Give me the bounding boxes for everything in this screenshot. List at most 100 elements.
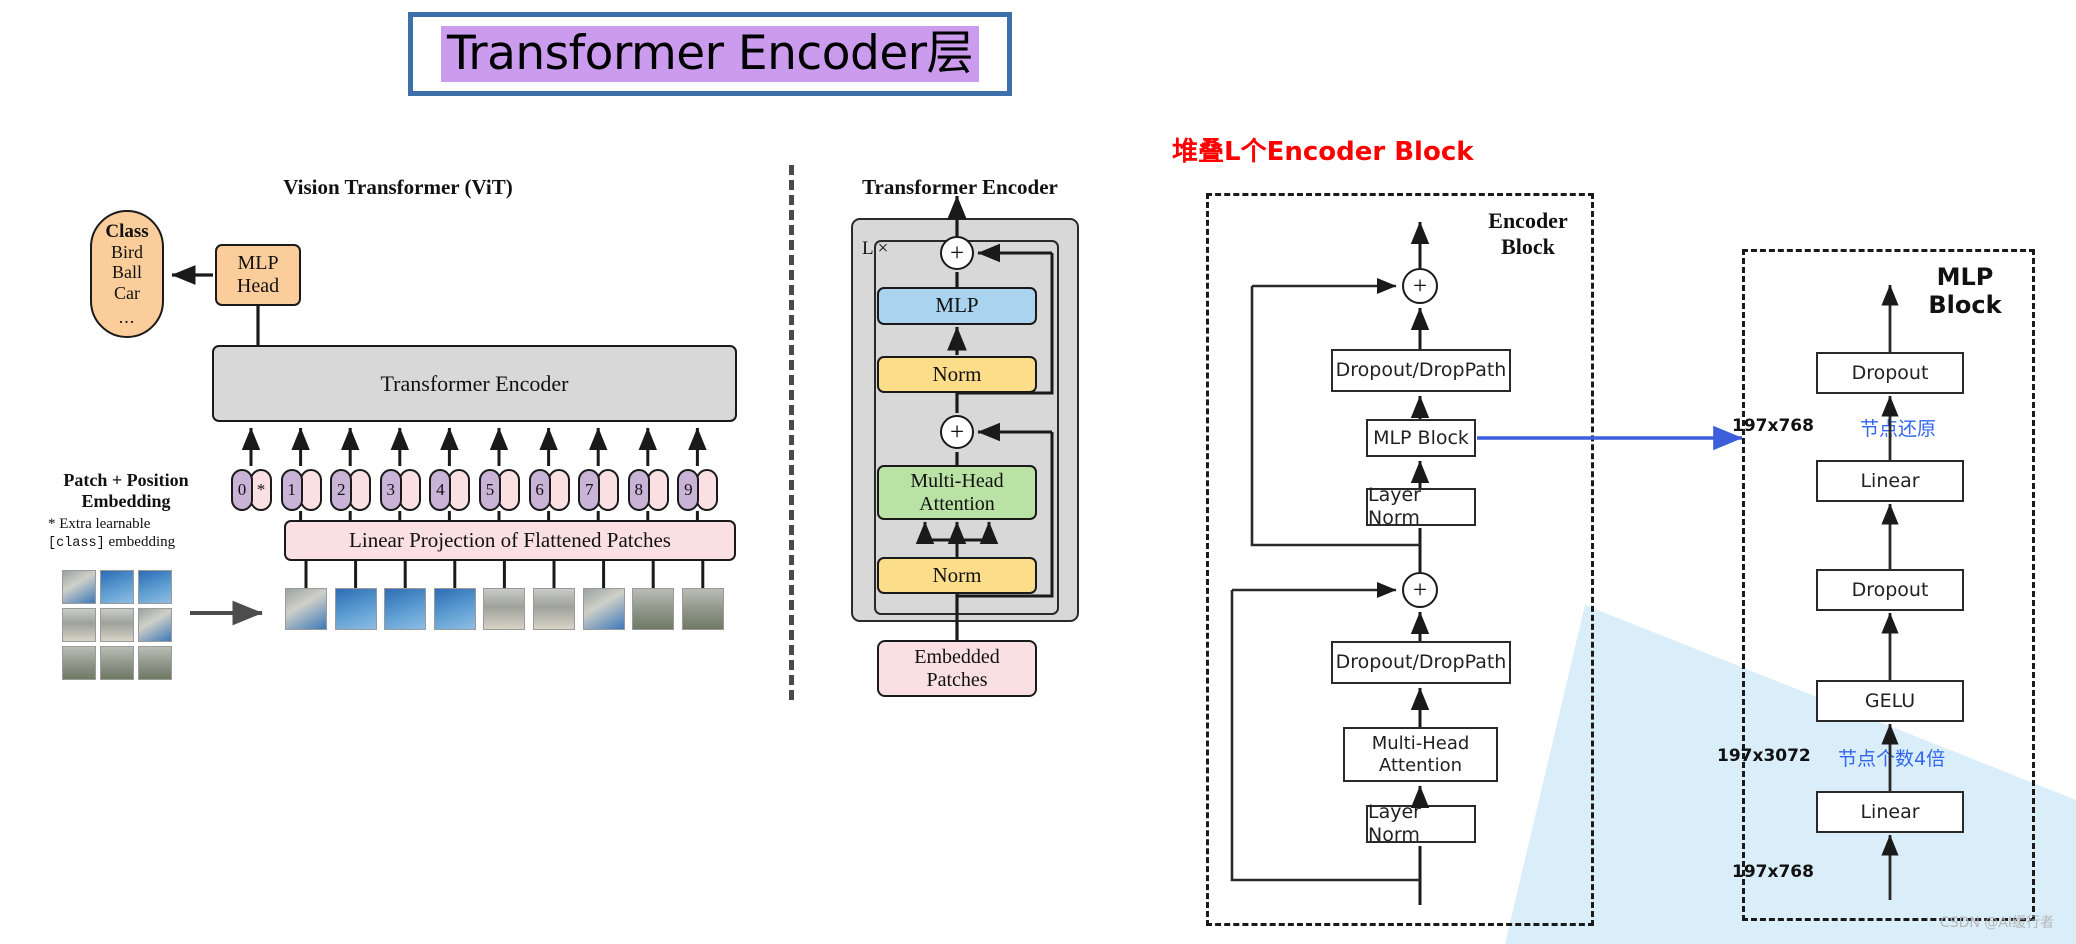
source-patch-2-1 bbox=[100, 646, 134, 680]
eb-residual-add-bottom: + bbox=[1402, 572, 1438, 608]
token-pair-3: 3 bbox=[379, 469, 421, 511]
mlp-head-label-line1: MLP bbox=[237, 251, 279, 274]
token-pair-1: 1 bbox=[280, 469, 322, 511]
mb-linear-top: Linear bbox=[1816, 460, 1964, 502]
repeat-count-label: L × bbox=[862, 238, 889, 259]
mb-dim-top: 197x768 bbox=[1732, 416, 1814, 436]
class-label: Class bbox=[105, 220, 149, 242]
patch-embedding-7 bbox=[597, 469, 620, 511]
extra-learnable-note: * Extra learnable [class] embedding bbox=[48, 515, 228, 553]
eb-layer-norm-top: Layer Norm bbox=[1366, 484, 1476, 529]
token-pair-7: 7 bbox=[578, 469, 620, 511]
mlp-block-label-line1: MLP bbox=[1936, 263, 1994, 291]
flattened-patch-4 bbox=[433, 588, 476, 630]
te-embedded-line1: Embedded bbox=[914, 645, 1000, 668]
eb-residual-add-top: + bbox=[1402, 268, 1438, 304]
te-norm-top-box: Norm bbox=[877, 356, 1037, 393]
transformer-encoder-bar: Transformer Encoder bbox=[212, 345, 737, 422]
token-pair-9: 9 bbox=[677, 469, 719, 511]
class-output-pill: Class Bird Ball Car ... bbox=[90, 210, 164, 338]
patch-embedding-5 bbox=[498, 469, 520, 511]
patch-embedding-3 bbox=[398, 469, 421, 511]
page-title: Transformer Encoder层 bbox=[440, 25, 980, 83]
mb-linear-bottom: Linear bbox=[1816, 791, 1964, 833]
patch-position-embedding-label: Patch + Position Embedding bbox=[42, 470, 210, 512]
te-mha-line1: Multi-Head bbox=[910, 469, 1004, 492]
te-embedded-patches-box: Embedded Patches bbox=[877, 640, 1037, 697]
note-line-1: * Extra learnable bbox=[48, 516, 151, 532]
flattened-patch-8 bbox=[632, 588, 675, 630]
eb-dropout-droppath-bottom: Dropout/DropPath bbox=[1331, 641, 1511, 684]
mlp-head-box: MLP Head bbox=[215, 244, 301, 306]
mb-note-node-4x: 节点个数4倍 bbox=[1838, 748, 1946, 770]
flattened-patch-1 bbox=[285, 588, 327, 630]
patch-embedding-9 bbox=[696, 469, 719, 511]
class-item-ball: Ball bbox=[112, 262, 142, 283]
eb-layer-norm-bottom: Layer Norm bbox=[1366, 801, 1476, 846]
te-embedded-line2: Patches bbox=[926, 668, 988, 691]
mb-note-node-restore: 节点还原 bbox=[1860, 418, 1937, 440]
te-residual-add-bottom: + bbox=[940, 415, 974, 449]
class-item-bird: Bird bbox=[110, 242, 143, 263]
flattened-patch-9 bbox=[681, 588, 724, 630]
vit-diagram-title: Vision Transformer (ViT) bbox=[283, 175, 513, 199]
mlp-block-label-line2: Block bbox=[1928, 291, 2002, 320]
encoder-block-label-line2: Block bbox=[1501, 233, 1555, 259]
mlp-head-label-line2: Head bbox=[236, 275, 280, 297]
token-pair-2: 2 bbox=[330, 469, 372, 511]
token-pair-8: 8 bbox=[627, 469, 669, 511]
position-embedding-1: 1 bbox=[280, 469, 303, 511]
mb-dropout-mid: Dropout bbox=[1816, 569, 1964, 611]
mb-dim-bottom: 197x768 bbox=[1732, 862, 1814, 882]
source-patch-1-1 bbox=[100, 608, 134, 642]
eb-dropout-droppath-top: Dropout/DropPath bbox=[1331, 349, 1511, 392]
source-patch-0-1 bbox=[100, 570, 134, 604]
mb-dim-mid: 197x3072 bbox=[1717, 746, 1811, 766]
watermark: CSDN @AI缓行者 bbox=[1939, 915, 2054, 931]
patch-embedding-2 bbox=[349, 469, 372, 511]
source-patch-1-0 bbox=[62, 608, 96, 642]
encoder-block-label-line1: Encoder bbox=[1488, 208, 1568, 233]
title-box: Transformer Encoder层 bbox=[408, 12, 1012, 96]
panel-divider bbox=[789, 165, 794, 700]
token-pair-6: 6 bbox=[528, 469, 570, 511]
flattened-patch-7 bbox=[582, 588, 625, 630]
position-embedding-3: 3 bbox=[379, 469, 402, 511]
eb-multihead-attention: Multi-Head Attention bbox=[1343, 727, 1498, 782]
flattened-patch-6 bbox=[533, 588, 575, 630]
mlp-block-label: MLP Block bbox=[1900, 263, 2030, 319]
patch-embedding-1 bbox=[299, 469, 322, 511]
position-embedding-2: 2 bbox=[330, 469, 353, 511]
note-class-token: [class] bbox=[48, 536, 105, 552]
position-embedding-4: 4 bbox=[429, 469, 452, 511]
position-embedding-9: 9 bbox=[677, 469, 700, 511]
te-multihead-attention-box: Multi-Head Attention bbox=[877, 465, 1037, 520]
te-mlp-box: MLP bbox=[877, 287, 1037, 325]
class-ellipsis: ... bbox=[118, 307, 136, 328]
source-patch-0-2 bbox=[138, 570, 172, 604]
stack-encoder-blocks-heading: 堆叠L个Encoder Block bbox=[1172, 137, 1474, 167]
eb-mlp-block: MLP Block bbox=[1366, 419, 1476, 457]
eb-mha-line1: Multi-Head bbox=[1371, 732, 1470, 754]
source-patch-2-0 bbox=[62, 646, 96, 680]
mb-gelu: GELU bbox=[1816, 680, 1964, 722]
patch-pos-line2: Embedding bbox=[81, 491, 171, 512]
transformer-encoder-title: Transformer Encoder bbox=[862, 175, 1058, 199]
flattened-patch-5 bbox=[483, 588, 526, 630]
class-token-marker: * bbox=[250, 469, 272, 511]
source-patch-0-0 bbox=[62, 570, 96, 604]
token-pair-4: 4 bbox=[429, 469, 471, 511]
position-embedding-6: 6 bbox=[528, 469, 551, 511]
position-embedding-0: 0 bbox=[231, 469, 253, 511]
eb-mha-line2: Attention bbox=[1378, 754, 1463, 776]
te-mha-line2: Attention bbox=[919, 492, 995, 515]
encoder-block-label: Encoder Block bbox=[1468, 208, 1588, 259]
position-embedding-7: 7 bbox=[578, 469, 601, 511]
patch-embedding-8 bbox=[646, 469, 669, 511]
patch-embedding-4 bbox=[448, 469, 471, 511]
te-residual-add-top: + bbox=[940, 236, 974, 270]
patch-pos-line1: Patch + Position bbox=[63, 470, 189, 490]
note-line-2-tail: embedding bbox=[104, 534, 176, 551]
source-patch-1-2 bbox=[138, 608, 172, 642]
te-norm-bottom-box: Norm bbox=[877, 557, 1037, 594]
